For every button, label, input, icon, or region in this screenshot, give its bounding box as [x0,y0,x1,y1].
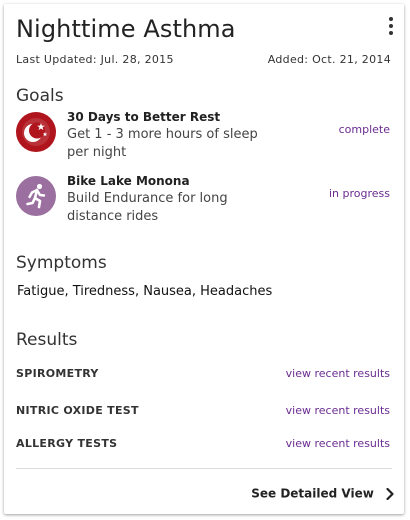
results-heading: Results [16,330,78,350]
chevron-right-icon [386,487,394,500]
result-name: SPIROMETRY [16,367,99,380]
card-title: Nighttime Asthma [16,15,236,43]
detailed-view-label: See Detailed View [251,486,374,501]
condition-card: Nighttime Asthma Last Updated: Jul. 28, … [4,4,404,514]
symptoms-heading: Symptoms [16,253,107,273]
goal-description: Get 1 - 3 more hours of sleep per night [67,127,258,160]
result-row: NITRIC OXIDE TEST view recent results [16,404,392,422]
more-vert-icon[interactable] [384,16,398,36]
goal-description: Build Endurance for long distance rides [67,191,228,224]
last-updated-date: Last Updated: Jul. 28, 2015 [16,53,174,66]
goal-item[interactable]: 30 Days to Better Rest Get 1 - 3 more ho… [16,110,392,160]
goals-heading: Goals [16,86,64,106]
view-results-link[interactable]: view recent results [286,437,390,450]
moon-stars-icon [16,112,56,152]
result-row: ALLERGY TESTS view recent results [16,437,392,455]
goal-status-link[interactable]: complete [339,123,390,136]
symptoms-list: Fatigue, Tiredness, Nausea, Headaches [17,284,273,299]
see-detailed-view-button[interactable]: See Detailed View [251,486,394,501]
result-row: SPIROMETRY view recent results [16,367,392,385]
runner-icon [16,176,56,216]
goal-name: 30 Days to Better Rest [67,110,221,124]
result-name: ALLERGY TESTS [16,437,118,450]
view-results-link[interactable]: view recent results [286,367,390,380]
view-results-link[interactable]: view recent results [286,404,390,417]
added-date: Added: Oct. 21, 2014 [267,53,391,66]
goal-name: Bike Lake Monona [67,174,190,188]
goal-status-link[interactable]: in progress [329,187,390,200]
result-name: NITRIC OXIDE TEST [16,404,139,417]
goal-item[interactable]: Bike Lake Monona Build Endurance for lon… [16,174,392,224]
footer-divider [16,468,392,469]
